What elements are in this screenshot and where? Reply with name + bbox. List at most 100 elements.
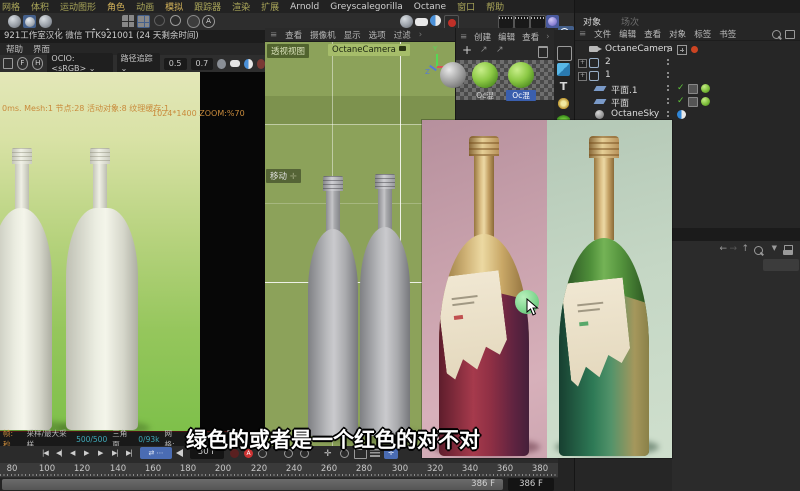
menu-greyscalegorilla[interactable]: Greyscalegorilla <box>330 2 402 12</box>
sphere-tool-icon[interactable] <box>8 15 21 28</box>
hdri-tag-icon[interactable] <box>677 110 686 119</box>
dark-circle-icon[interactable] <box>187 15 200 28</box>
light-icon[interactable] <box>557 97 570 110</box>
text-tool-icon[interactable]: T <box>557 80 570 93</box>
tree-row-null-1[interactable]: + 1 <box>575 69 800 82</box>
visibility-dots[interactable] <box>667 59 670 67</box>
lv-pill-icon[interactable] <box>230 60 240 67</box>
check-icon[interactable]: ✓ <box>677 96 685 106</box>
material-swatch-gray[interactable] <box>440 62 466 88</box>
menu-help[interactable]: 帮助 <box>486 0 504 13</box>
tree-row-plane[interactable]: 平面 ✓ <box>575 95 800 108</box>
sphere-arrow-tool-icon[interactable] <box>39 15 52 28</box>
lock-resolution-icon[interactable] <box>3 58 13 69</box>
material-tag-icon[interactable] <box>701 97 710 106</box>
speaker-icon[interactable] <box>176 449 183 457</box>
material-name-selected[interactable]: Oc混 <box>506 90 536 101</box>
chevron-right-icon[interactable]: › <box>546 32 549 42</box>
burger-icon[interactable]: ≡ <box>579 29 586 39</box>
tree-row-plane1[interactable]: 平面.1 ✓ <box>575 82 800 95</box>
object-tag-icon[interactable] <box>688 84 698 94</box>
view-label-chip[interactable]: 透视视图 <box>267 44 309 58</box>
check-icon[interactable]: ✓ <box>677 83 685 93</box>
record-tag-icon[interactable] <box>691 46 698 53</box>
om-menu-bookmarks[interactable]: 书签 <box>719 28 736 40</box>
next-frame-button[interactable]: ▶ <box>98 449 102 457</box>
material-swatch-green-1[interactable] <box>472 62 498 88</box>
om-menu-edit[interactable]: 编辑 <box>619 28 636 40</box>
menu-character[interactable]: 角色 <box>107 0 125 13</box>
search-icon[interactable] <box>772 30 781 39</box>
vp-menu-view[interactable]: 查看 <box>285 29 302 41</box>
octane-ball-icon[interactable] <box>400 15 413 28</box>
octane-pill-icon[interactable] <box>415 18 428 26</box>
expander-icon[interactable]: + <box>578 59 587 68</box>
hdr-settings-icon[interactable]: H <box>32 57 43 70</box>
visibility-dots[interactable] <box>667 98 670 106</box>
render-view-icon[interactable] <box>498 15 514 29</box>
om-menu-objects[interactable]: 对象 <box>669 28 686 40</box>
material-sphere-icon[interactable] <box>546 15 559 28</box>
arrow-up2-icon[interactable]: ↗ <box>496 45 504 55</box>
visibility-dots[interactable] <box>667 72 670 80</box>
menu-mograph[interactable]: 运动图形 <box>60 0 96 13</box>
object-tag-icon[interactable] <box>688 97 698 107</box>
visibility-dots[interactable] <box>667 111 670 119</box>
gamma-field[interactable]: 0.5 <box>164 58 187 70</box>
exposure-field[interactable]: 0.7 <box>191 58 214 70</box>
up-arrow-icon[interactable]: ↑ <box>741 244 749 254</box>
prev-key-button[interactable]: ◀| <box>56 449 62 457</box>
grid-snap-active-icon[interactable] <box>137 15 150 28</box>
arrow-up-icon[interactable]: ↗ <box>480 45 488 55</box>
camera-label-chip[interactable]: OctaneCamera <box>328 44 410 56</box>
menu-extensions[interactable]: 扩展 <box>261 0 279 13</box>
menu-animate[interactable]: 动画 <box>136 0 154 13</box>
render-settings-icon[interactable] <box>530 15 546 29</box>
ring-tool-dim-icon[interactable] <box>154 15 165 26</box>
menu-window[interactable]: 窗口 <box>457 0 475 13</box>
mat-menu-view[interactable]: 查看 <box>522 31 539 43</box>
render-to-pv-icon[interactable] <box>514 15 530 29</box>
menu-mesh[interactable]: 网格 <box>2 0 20 13</box>
material-swatch-green-2[interactable] <box>508 62 534 88</box>
home-icon[interactable] <box>785 30 795 39</box>
range-end-field[interactable]: 386 F <box>508 478 554 491</box>
selection-box-icon[interactable] <box>557 46 572 61</box>
attribute-filter-field[interactable] <box>763 259 799 271</box>
cube-icon[interactable] <box>557 63 570 76</box>
om-menu-view[interactable]: 查看 <box>644 28 661 40</box>
forward-arrow-icon[interactable]: → <box>729 244 737 254</box>
tree-row-null-2[interactable]: + 2 <box>575 56 800 69</box>
goto-start-button[interactable]: |◀ <box>42 449 48 457</box>
search-icon[interactable] <box>754 246 763 255</box>
goto-end-button[interactable]: ▶| <box>126 449 132 457</box>
material-tag-icon[interactable] <box>701 84 710 93</box>
octane-half-icon[interactable] <box>430 15 441 26</box>
a-circle-icon[interactable]: A <box>202 15 215 28</box>
grid-snap-icon[interactable] <box>122 15 135 28</box>
menu-render[interactable]: 渲染 <box>232 0 250 13</box>
menu-octane[interactable]: Octane <box>414 2 446 12</box>
lv-half-icon[interactable] <box>244 59 253 69</box>
add-material-button[interactable]: + <box>462 43 472 57</box>
visibility-dots[interactable] <box>667 46 670 54</box>
preview-range-bar[interactable]: 386 F <box>2 479 503 490</box>
next-key-button[interactable]: ▶| <box>112 449 118 457</box>
menu-arnold[interactable]: Arnold <box>290 2 319 12</box>
vp-menu-filter[interactable]: 过滤 <box>394 29 411 41</box>
target-tag-icon[interactable] <box>677 45 687 55</box>
back-arrow-icon[interactable]: ← <box>719 244 727 254</box>
expander-icon[interactable]: + <box>578 72 587 81</box>
selected-sphere-tool-icon[interactable] <box>23 15 36 28</box>
burger-icon[interactable]: ≡ <box>460 32 467 42</box>
om-menu-tags[interactable]: 标签 <box>694 28 711 40</box>
mat-menu-create[interactable]: 创建 <box>474 31 491 43</box>
tree-row-octanecamera[interactable]: OctaneCamera <box>575 43 800 56</box>
loop-mode-button[interactable]: ⇄ ⋯ <box>140 447 172 459</box>
lv-cam-icon[interactable] <box>257 59 266 69</box>
visibility-dots[interactable] <box>667 85 670 93</box>
menu-volume[interactable]: 体积 <box>31 0 49 13</box>
vp-menu-display[interactable]: 显示 <box>344 29 361 41</box>
lv-ball-icon[interactable] <box>217 59 226 69</box>
ring-tool-icon[interactable] <box>170 15 181 26</box>
